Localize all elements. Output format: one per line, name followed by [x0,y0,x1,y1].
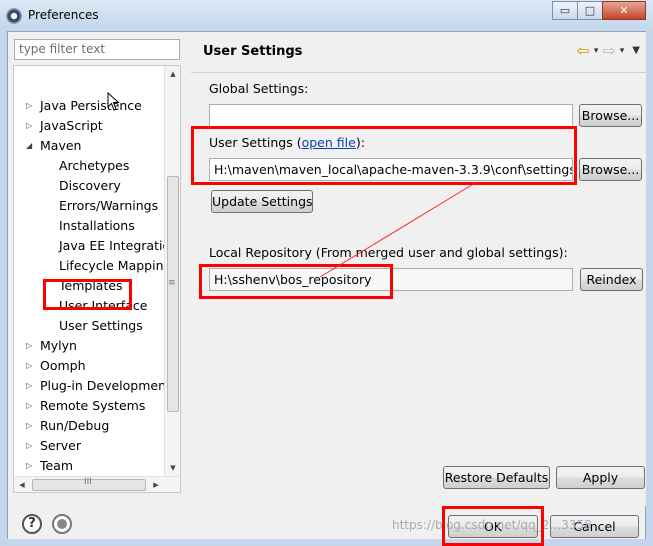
preferences-window: Preferences ▭ □ ✕ type filter text ▷ Java… [0,0,653,546]
annotation-arrow-line [319,182,476,278]
annotation-arrow [319,182,476,278]
mouse-cursor-icon [107,92,120,111]
